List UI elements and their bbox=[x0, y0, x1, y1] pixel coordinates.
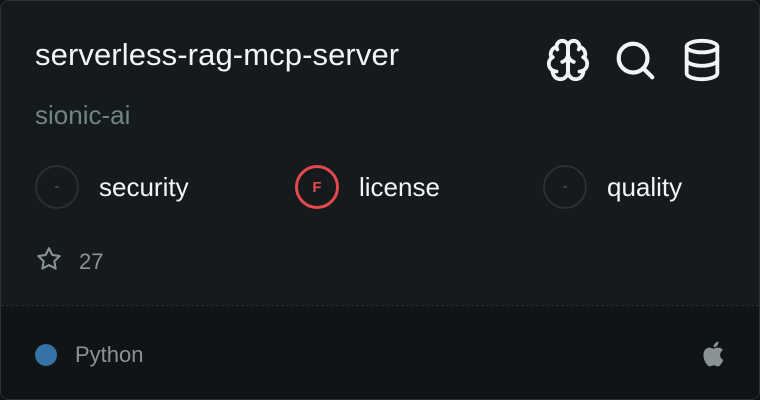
language-color-dot bbox=[35, 344, 57, 366]
language-indicator: Python bbox=[35, 342, 144, 368]
server-card[interactable]: serverless-rag-mcp-server sionic-ai - se… bbox=[0, 0, 760, 400]
language-name: Python bbox=[75, 342, 144, 367]
apple-icon bbox=[699, 340, 725, 373]
score-license: F license bbox=[295, 165, 440, 209]
security-label: security bbox=[99, 171, 189, 202]
quality-grade-badge: - bbox=[543, 165, 587, 209]
search-icon bbox=[612, 37, 658, 83]
license-label: license bbox=[359, 171, 440, 202]
score-quality: - quality bbox=[543, 165, 682, 209]
license-grade-badge: F bbox=[295, 165, 339, 209]
stars-value: 27 bbox=[79, 248, 104, 274]
star-icon bbox=[35, 245, 63, 278]
database-icon bbox=[679, 37, 725, 83]
card-footer: Python bbox=[1, 305, 759, 399]
security-grade-badge: - bbox=[35, 165, 79, 209]
feature-icons bbox=[545, 37, 725, 83]
brain-icon bbox=[545, 37, 591, 83]
quality-label: quality bbox=[607, 171, 683, 202]
score-security: - security bbox=[35, 165, 189, 209]
repo-owner[interactable]: sionic-ai bbox=[35, 100, 130, 131]
repo-title[interactable]: serverless-rag-mcp-server bbox=[35, 37, 399, 73]
star-count: 27 bbox=[35, 245, 103, 278]
